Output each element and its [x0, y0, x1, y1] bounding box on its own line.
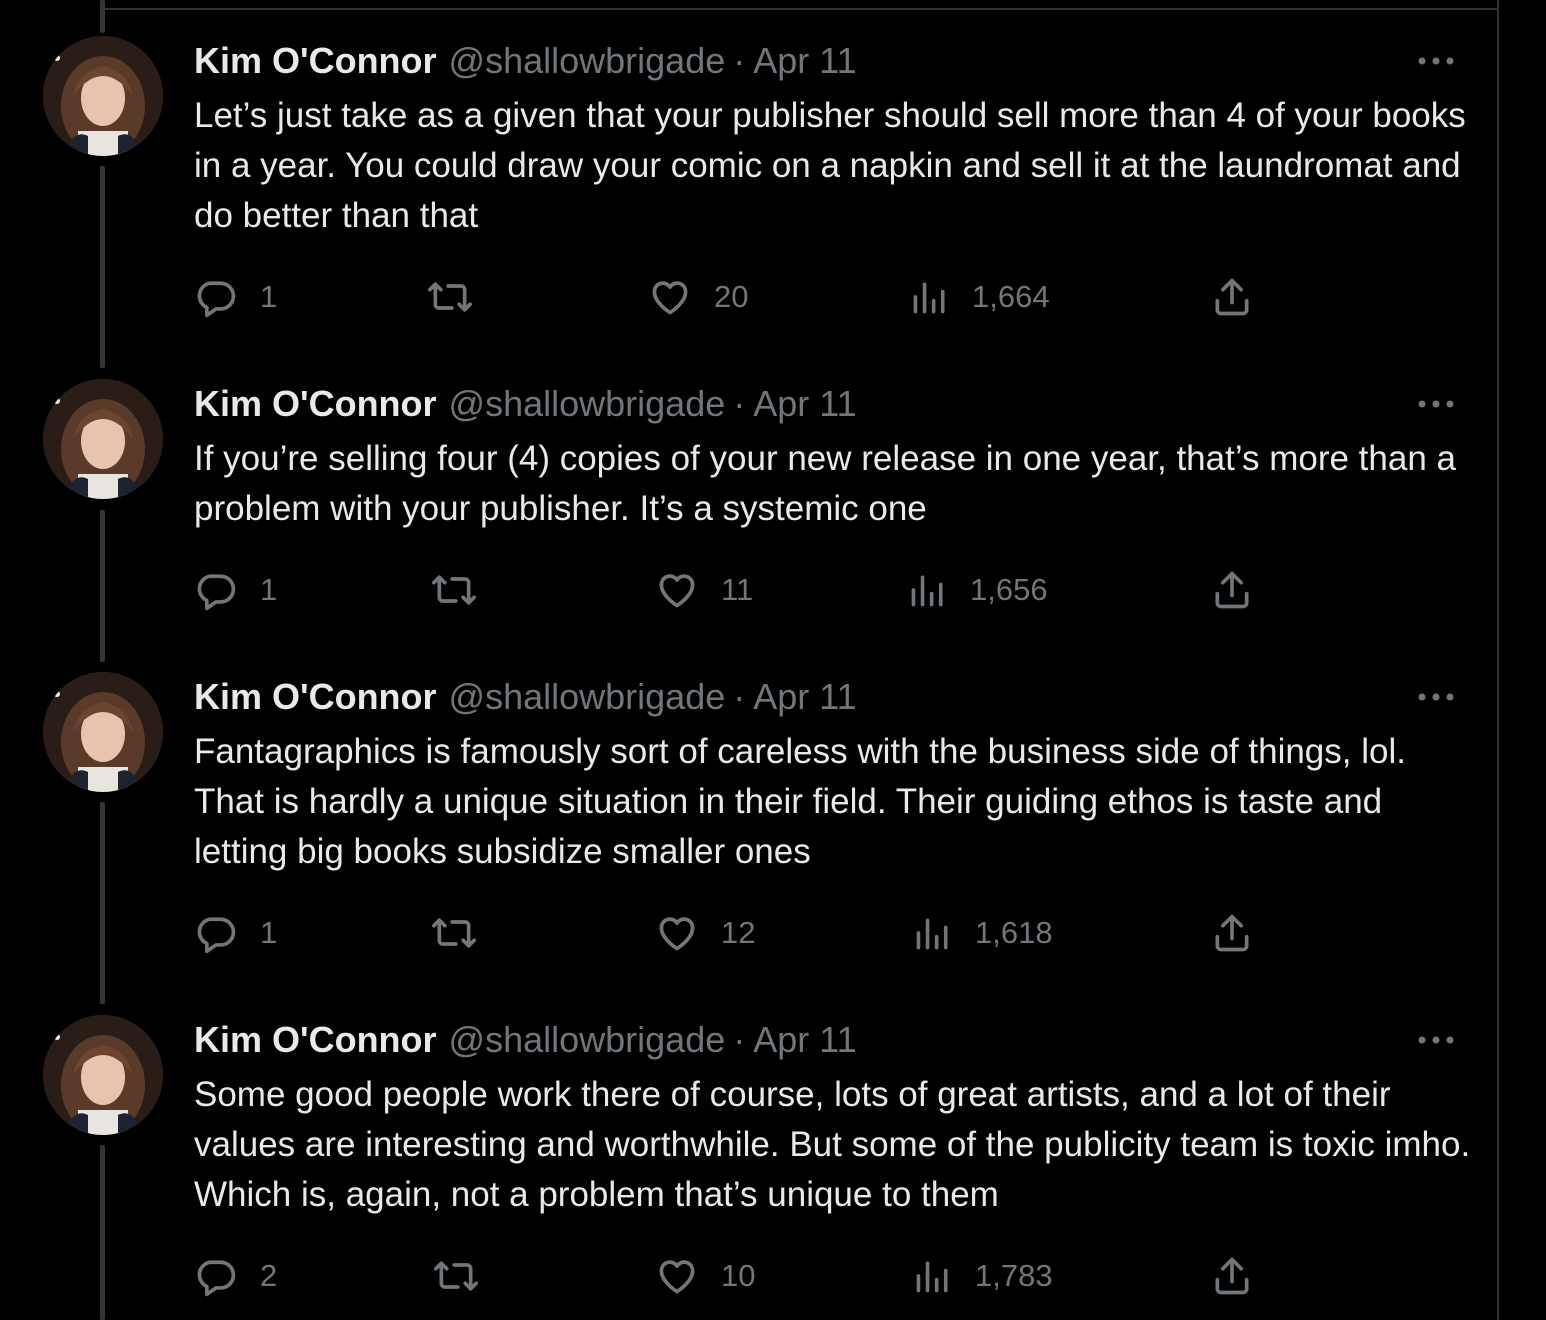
- reply-icon: [194, 911, 238, 955]
- timestamp[interactable]: Apr 11: [753, 676, 856, 718]
- share-button[interactable]: [1210, 1251, 1254, 1301]
- author-handle[interactable]: @shallowbrigade: [449, 383, 726, 425]
- heart-icon: [648, 275, 692, 319]
- action-bar: 1 20 1,664: [0, 272, 1497, 322]
- like-count: 20: [714, 279, 749, 314]
- author-handle[interactable]: @shallowbrigade: [449, 676, 726, 718]
- reply-count: 1: [260, 915, 278, 950]
- views-icon: [910, 275, 950, 319]
- tweet[interactable]: Kim O'Connor @shallowbrigade · Apr 11 Fa…: [0, 672, 1497, 982]
- retweet-button[interactable]: [432, 1251, 502, 1301]
- views-button[interactable]: 1,656: [908, 565, 1048, 615]
- reply-button[interactable]: 1: [194, 272, 277, 322]
- retweet-icon: [426, 275, 474, 319]
- like-count: 12: [721, 915, 756, 950]
- share-icon: [1210, 911, 1254, 955]
- separator: ·: [733, 676, 746, 717]
- heart-icon: [655, 1254, 699, 1298]
- reply-icon: [194, 275, 238, 319]
- author-name[interactable]: Kim O'Connor: [194, 1019, 437, 1061]
- tweet-header: Kim O'Connor @shallowbrigade · Apr 11: [194, 672, 857, 722]
- retweet-icon: [430, 568, 478, 612]
- author-handle[interactable]: @shallowbrigade: [449, 40, 726, 82]
- reply-button[interactable]: 1: [194, 565, 277, 615]
- action-bar: 1 12 1,618: [0, 908, 1497, 958]
- views-button[interactable]: 1,664: [910, 272, 1050, 322]
- author-handle[interactable]: @shallowbrigade: [449, 1019, 726, 1061]
- reply-count: 1: [260, 279, 278, 314]
- author-name[interactable]: Kim O'Connor: [194, 40, 437, 82]
- reply-icon: [194, 568, 238, 612]
- timestamp[interactable]: Apr 11: [753, 40, 856, 82]
- retweet-button[interactable]: [430, 565, 500, 615]
- like-count: 10: [721, 1258, 756, 1293]
- thread-view: Kim O'Connor @shallowbrigade · Apr 11 Le…: [0, 0, 1546, 1320]
- avatar[interactable]: [43, 36, 163, 156]
- like-count: 11: [721, 572, 754, 607]
- separator: ·: [733, 1019, 746, 1060]
- reply-count: 2: [260, 1258, 278, 1293]
- tweet[interactable]: Kim O'Connor @shallowbrigade · Apr 11 If…: [0, 379, 1497, 639]
- thread-connector: [100, 0, 105, 33]
- tweet-text: Some good people work there of course, l…: [194, 1075, 1471, 1214]
- more-icon[interactable]: [1412, 389, 1460, 419]
- share-button[interactable]: [1210, 908, 1254, 958]
- like-button[interactable]: 11: [655, 565, 753, 615]
- views-count: 1,656: [970, 572, 1048, 607]
- tweet[interactable]: Kim O'Connor @shallowbrigade · Apr 11 Le…: [0, 36, 1497, 336]
- reply-count: 1: [260, 572, 278, 607]
- reply-icon: [194, 1254, 238, 1298]
- action-bar: 2 10 1,783: [0, 1251, 1497, 1301]
- views-icon: [913, 911, 953, 955]
- more-icon[interactable]: [1412, 682, 1460, 712]
- heart-icon: [655, 568, 699, 612]
- retweet-button[interactable]: [430, 908, 500, 958]
- more-icon[interactable]: [1412, 1025, 1460, 1055]
- tweet-text: Let’s just take as a given that your pub…: [194, 96, 1466, 235]
- views-count: 1,664: [972, 279, 1050, 314]
- views-button[interactable]: 1,618: [913, 908, 1053, 958]
- retweet-icon: [432, 1254, 480, 1298]
- reply-button[interactable]: 2: [194, 1251, 277, 1301]
- author-name[interactable]: Kim O'Connor: [194, 383, 437, 425]
- tweet-text: Fantagraphics is famously sort of carele…: [194, 732, 1406, 871]
- avatar[interactable]: [43, 379, 163, 499]
- avatar[interactable]: [43, 1015, 163, 1135]
- share-icon: [1210, 1254, 1254, 1298]
- views-icon: [908, 568, 948, 612]
- share-button[interactable]: [1210, 565, 1254, 615]
- reply-button[interactable]: 1: [194, 908, 277, 958]
- separator: ·: [733, 383, 746, 424]
- author-name[interactable]: Kim O'Connor: [194, 676, 437, 718]
- top-divider: [104, 8, 1498, 10]
- tweet-text: If you’re selling four (4) copies of you…: [194, 439, 1456, 528]
- avatar[interactable]: [43, 672, 163, 792]
- views-count: 1,618: [975, 915, 1053, 950]
- tweet[interactable]: Kim O'Connor @shallowbrigade · Apr 11 So…: [0, 1015, 1497, 1320]
- share-icon: [1210, 568, 1254, 612]
- like-button[interactable]: 10: [655, 1251, 755, 1301]
- separator: ·: [733, 40, 746, 81]
- tweet-header: Kim O'Connor @shallowbrigade · Apr 11: [194, 1015, 857, 1065]
- column-divider: [1497, 0, 1499, 1320]
- timestamp[interactable]: Apr 11: [753, 383, 856, 425]
- views-count: 1,783: [975, 1258, 1053, 1293]
- retweet-button[interactable]: [426, 272, 496, 322]
- views-icon: [913, 1254, 953, 1298]
- tweet-header: Kim O'Connor @shallowbrigade · Apr 11: [194, 36, 857, 86]
- action-bar: 1 11 1,656: [0, 565, 1497, 615]
- views-button[interactable]: 1,783: [913, 1251, 1053, 1301]
- like-button[interactable]: 12: [655, 908, 755, 958]
- retweet-icon: [430, 911, 478, 955]
- tweet-header: Kim O'Connor @shallowbrigade · Apr 11: [194, 379, 857, 429]
- heart-icon: [655, 911, 699, 955]
- timestamp[interactable]: Apr 11: [753, 1019, 856, 1061]
- like-button[interactable]: 20: [648, 272, 748, 322]
- more-icon[interactable]: [1412, 46, 1460, 76]
- share-icon: [1210, 275, 1254, 319]
- share-button[interactable]: [1210, 272, 1254, 322]
